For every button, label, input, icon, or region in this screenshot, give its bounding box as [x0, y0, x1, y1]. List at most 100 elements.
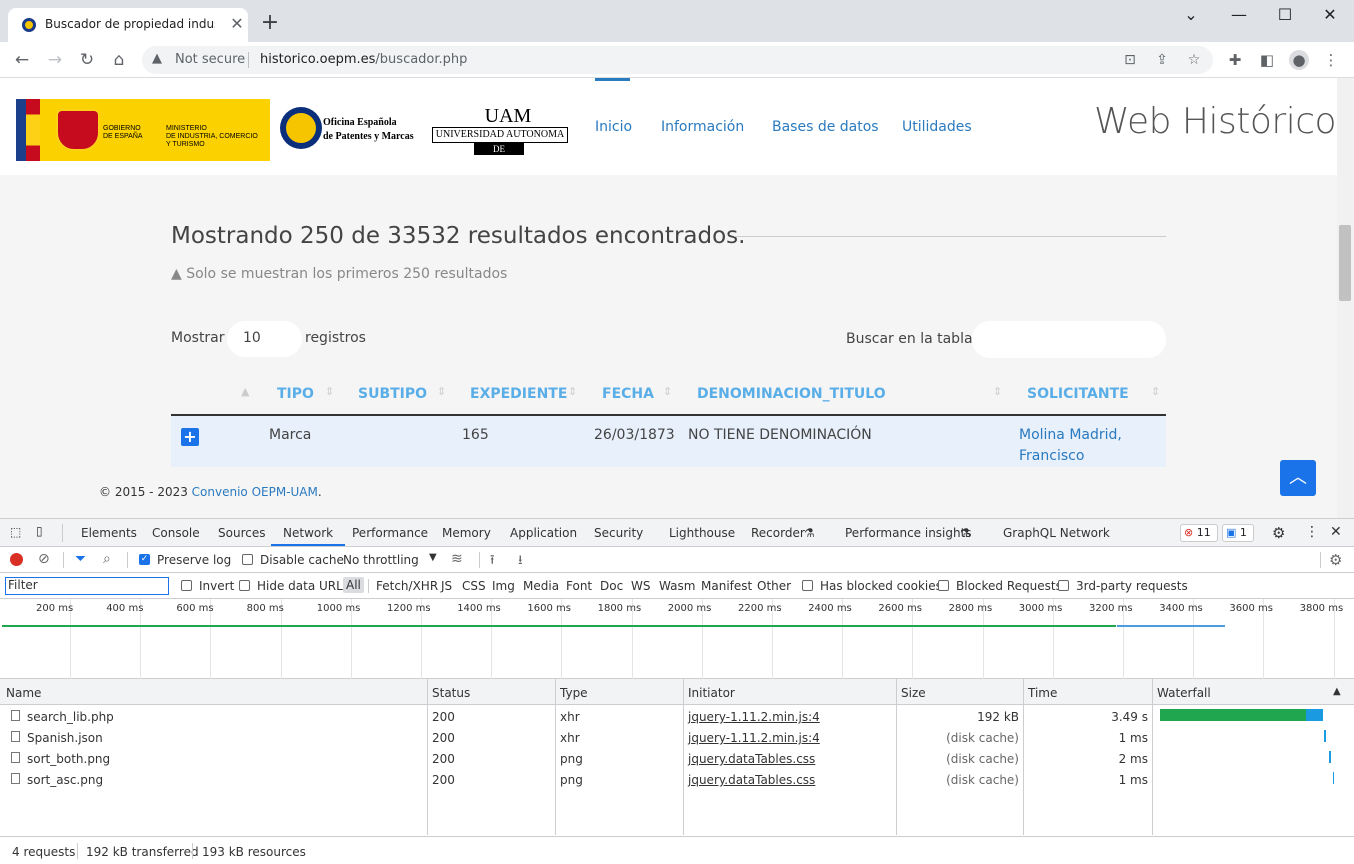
close-window-button[interactable]: ✕ [1315, 4, 1345, 26]
network-overview-timeline[interactable]: 200 ms 400 ms 600 ms 800 ms 1000 ms 1200 ms 14… [0, 599, 1354, 679]
translate-icon[interactable]: ⊡ [1120, 50, 1140, 70]
tab-close-icon[interactable]: ✕ [227, 14, 247, 34]
waterfall-bar[interactable] [1333, 772, 1334, 784]
col-tipo[interactable]: TIPO [277, 386, 314, 402]
tab-graphql-network[interactable]: GraphQL Network [1003, 526, 1110, 540]
sort-both-icon[interactable]: ⇕ [568, 385, 577, 398]
col-expediente[interactable]: EXPEDIENTE [470, 386, 567, 402]
waterfall-bar[interactable] [1329, 751, 1331, 763]
table-row[interactable]: + Marca 165 26/03/1873 NO TIENE DENOMINA… [171, 416, 1166, 468]
table-row[interactable] [0, 768, 1354, 789]
filter-ws[interactable]: WS [631, 579, 650, 593]
network-conditions-icon[interactable]: ≋ [451, 551, 463, 567]
search-icon[interactable]: ⌕ [103, 551, 111, 567]
invert-checkbox[interactable] [181, 580, 192, 591]
forward-arrow-icon[interactable]: → [43, 48, 67, 72]
sort-asc-icon[interactable]: ▲ [241, 385, 249, 398]
tab-search-icon[interactable]: ⌄ [1176, 4, 1206, 26]
disable-cache-checkbox[interactable] [242, 554, 253, 565]
waterfall-bar[interactable] [1324, 730, 1326, 742]
col-type[interactable]: Type [560, 686, 588, 700]
nav-informacion[interactable]: Información [661, 119, 744, 135]
table-search-input[interactable] [972, 321, 1166, 358]
tab-performance[interactable]: Performance [352, 526, 428, 540]
hide-data-urls-checkbox[interactable] [239, 580, 250, 591]
third-party-checkbox[interactable] [1058, 580, 1069, 591]
import-har-icon[interactable]: ⭱ [490, 551, 495, 573]
filter-all[interactable]: All [343, 577, 364, 593]
tab-console[interactable]: Console [152, 526, 200, 540]
menu-kebab-icon[interactable]: ⋮ [1321, 50, 1341, 70]
settings-gear-icon[interactable]: ⚙ [1272, 524, 1285, 542]
request-name[interactable]: sort_asc.png [27, 773, 103, 787]
throttling-select[interactable]: No throttling [343, 553, 419, 567]
request-name[interactable]: search_lib.php [27, 710, 114, 724]
url-text[interactable]: historico.oepm.es/buscador.php [260, 52, 467, 67]
filter-funnel-icon[interactable]: ⏷ [75, 551, 86, 567]
request-name[interactable]: Spanish.json [27, 731, 103, 745]
dropdown-triangle-icon[interactable]: ▼ [429, 552, 437, 563]
col-fecha[interactable]: FECHA [602, 386, 654, 402]
footer-link[interactable]: Convenio OEPM-UAM [192, 485, 318, 499]
tab-sources[interactable]: Sources [218, 526, 265, 540]
tab-network[interactable]: Network [271, 526, 346, 546]
request-name[interactable]: sort_both.png [27, 752, 110, 766]
sort-both-icon[interactable]: ⇕ [663, 385, 672, 398]
cell-solicitante-link-2[interactable]: Francisco [1019, 448, 1084, 464]
request-initiator-link[interactable]: jquery-1.11.2.min.js:4 [688, 731, 820, 745]
col-status[interactable]: Status [432, 686, 470, 700]
col-subtipo[interactable]: SUBTIPO [358, 386, 427, 402]
filter-js[interactable]: JS [441, 579, 452, 593]
sort-both-icon[interactable]: ⇕ [1151, 385, 1160, 398]
col-solicitante[interactable]: SOLICITANTE [1027, 386, 1129, 402]
record-icon[interactable] [10, 553, 23, 566]
extensions-icon[interactable]: ✚ [1225, 50, 1245, 70]
bookmark-star-icon[interactable]: ☆ [1184, 50, 1204, 70]
col-initiator[interactable]: Initiator [688, 686, 735, 700]
scrollbar-thumb[interactable] [1339, 225, 1351, 301]
request-initiator-link[interactable]: jquery.dataTables.css [688, 773, 815, 787]
blocked-cookies-checkbox[interactable] [802, 580, 813, 591]
export-har-icon[interactable]: ⭳ [518, 551, 523, 573]
expand-row-icon[interactable]: + [181, 428, 199, 446]
waterfall-bar[interactable] [1306, 709, 1323, 721]
inspect-element-icon[interactable]: ⬚ [10, 525, 21, 539]
request-initiator-link[interactable]: jquery.dataTables.css [688, 752, 815, 766]
security-label[interactable]: Not secure [175, 52, 245, 67]
new-tab-button[interactable]: + [258, 12, 282, 36]
sort-up-icon[interactable]: ▲ [1333, 686, 1341, 697]
filter-other[interactable]: Other [757, 579, 791, 593]
filter-wasm[interactable]: Wasm [659, 579, 695, 593]
blocked-requests-checkbox[interactable] [938, 580, 949, 591]
close-devtools-icon[interactable]: ✕ [1330, 524, 1342, 540]
home-icon[interactable]: ⌂ [107, 48, 131, 72]
table-row[interactable] [0, 705, 1354, 726]
tab-application[interactable]: Application [510, 526, 577, 540]
page-size-select[interactable]: 10 [227, 321, 302, 357]
filter-media[interactable]: Media [523, 579, 559, 593]
col-denominacion[interactable]: DENOMINACION_TITULO [697, 386, 886, 402]
tab-recorder[interactable]: Recorder [751, 526, 805, 540]
request-initiator-link[interactable]: jquery-1.11.2.min.js:4 [688, 710, 820, 724]
table-row[interactable] [0, 747, 1354, 768]
nav-bases-de-datos[interactable]: Bases de datos [772, 119, 879, 135]
tab-security[interactable]: Security [594, 526, 643, 540]
preserve-log-checkbox[interactable]: ✓ [139, 554, 150, 565]
devtools-menu-icon[interactable]: ⋮ [1305, 524, 1319, 540]
reload-icon[interactable]: ↻ [75, 48, 99, 72]
side-panel-icon[interactable]: ◧ [1257, 50, 1277, 70]
filter-font[interactable]: Font [566, 579, 592, 593]
tab-memory[interactable]: Memory [442, 526, 491, 540]
sort-both-icon[interactable]: ⇕ [325, 385, 334, 398]
filter-fetch-xhr[interactable]: Fetch/XHR [376, 579, 438, 593]
sort-both-icon[interactable]: ⇕ [437, 385, 446, 398]
tab-lighthouse[interactable]: Lighthouse [669, 526, 735, 540]
nav-inicio[interactable]: Inicio [595, 119, 632, 135]
device-toolbar-icon[interactable]: ▯ [36, 524, 43, 538]
back-arrow-icon[interactable]: ← [10, 48, 34, 72]
cell-solicitante-link[interactable]: Molina Madrid, [1019, 427, 1122, 443]
filter-css[interactable]: CSS [462, 579, 486, 593]
oepm-uam-logo[interactable]: Oficina Española de Patentes y Marcas UA… [280, 99, 582, 166]
col-waterfall[interactable]: Waterfall [1157, 686, 1211, 700]
col-size[interactable]: Size [901, 686, 926, 700]
